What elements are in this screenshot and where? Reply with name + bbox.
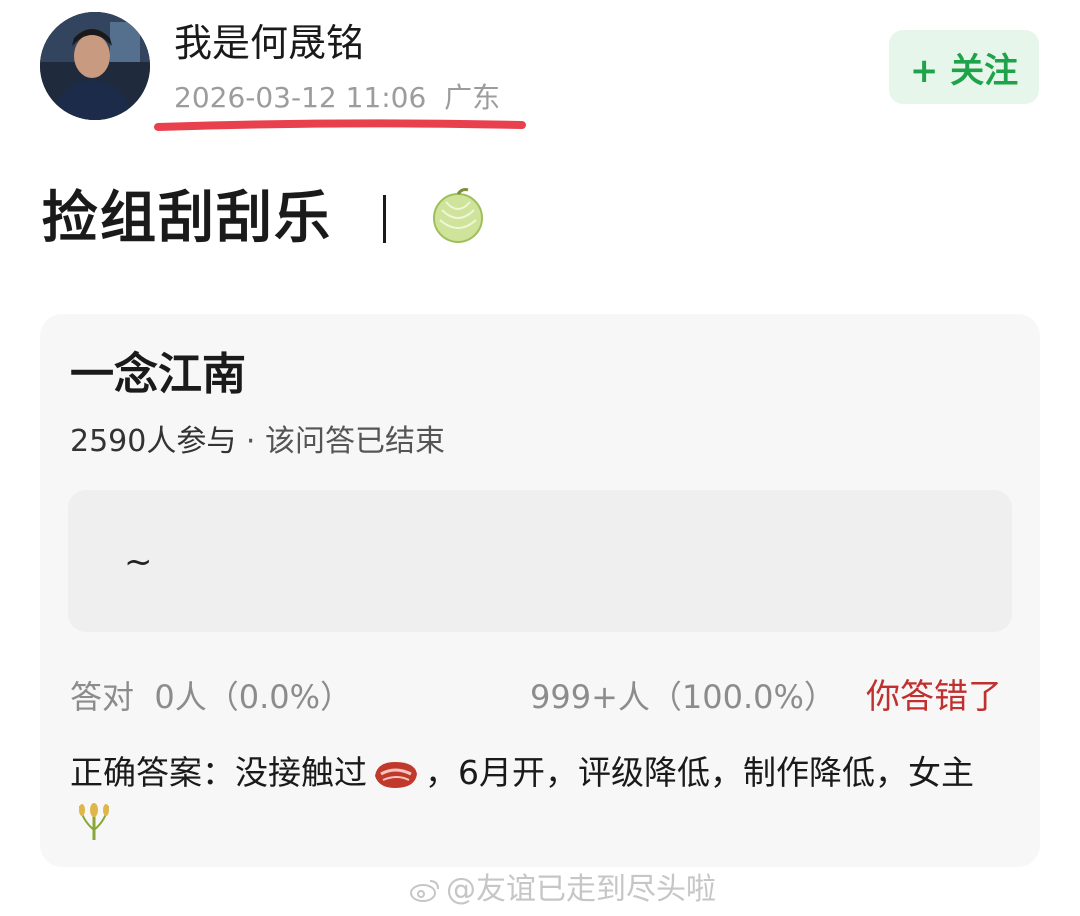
- participant-count: 2590人参与: [70, 424, 237, 459]
- result-label: 你答错了: [866, 677, 1002, 717]
- watermark-text: @友谊已走到尽头啦: [446, 872, 716, 907]
- title-divider: [383, 195, 386, 243]
- melon-icon: [433, 188, 483, 243]
- post-title: 捡组刮刮乐: [42, 186, 332, 251]
- follow-button[interactable]: + 关注: [889, 30, 1039, 104]
- quiz-title: 一念江南: [70, 349, 246, 400]
- answer-option-text: ~: [124, 542, 153, 582]
- rice-icon: [79, 803, 109, 840]
- post-timestamp: 2026-03-12 11:06: [174, 81, 427, 114]
- follow-button-label: + 关注: [909, 50, 1019, 91]
- wrong-stat: 999+人（100.0%）: [530, 678, 836, 716]
- correct-answer: 正确答案：没接触过 ，6月开，评级降低，制作降低，女主: [70, 748, 1000, 848]
- watermark: @友谊已走到尽头啦: [410, 868, 716, 912]
- weibo-icon: [410, 880, 439, 902]
- meat-icon: [375, 762, 417, 788]
- post-meta: 2026-03-12 11:06 广东: [174, 78, 500, 118]
- quiz-participants: 2590人参与 · 该问答已结束: [70, 420, 445, 464]
- correct-answer-text-1: 正确答案：没接触过: [70, 753, 367, 792]
- quiz-status: · 该问答已结束: [245, 424, 445, 459]
- answer-option[interactable]: [68, 490, 1012, 632]
- avatar[interactable]: [40, 12, 150, 120]
- highlight-underline: [154, 119, 526, 131]
- correct-stat: 答对 0人（0.0%）: [70, 678, 353, 716]
- correct-answer-text-2: ，6月开，评级降低，制作降低，女主: [425, 753, 974, 792]
- author-name[interactable]: 我是何晟铭: [174, 18, 364, 68]
- post-location: 广东: [444, 81, 501, 114]
